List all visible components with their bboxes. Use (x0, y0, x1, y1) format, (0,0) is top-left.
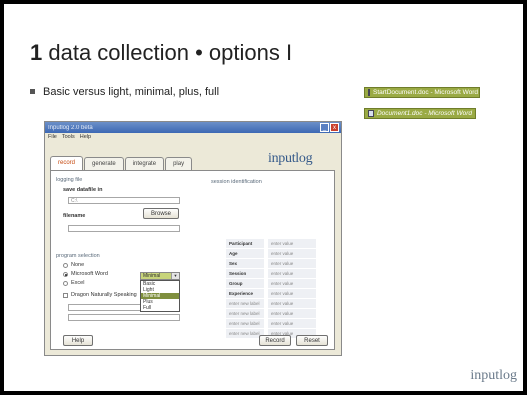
radio-excel[interactable] (63, 281, 68, 286)
menubar: File Tools Help (45, 133, 341, 141)
browse-button[interactable]: Browse (143, 208, 179, 219)
slide: 1 data collection • options I Basic vers… (4, 4, 523, 391)
inputlog-logo: inputlog (268, 151, 313, 166)
session-value[interactable]: enter value (268, 239, 316, 249)
logging-level-dropdown: Basic Light Minimal Plus Full (140, 280, 180, 312)
tab-record[interactable]: record (50, 156, 84, 170)
session-identification-heading: session identification (211, 179, 262, 185)
table-row: enter new label enter value (226, 319, 316, 329)
session-value[interactable]: enter value (268, 279, 316, 289)
save-path-field[interactable]: C:\ (68, 197, 180, 204)
logging-file-heading: logging file (56, 177, 83, 183)
session-key[interactable]: Age (226, 249, 264, 259)
session-key[interactable]: enter new label (226, 309, 264, 319)
session-value[interactable]: enter value (268, 289, 316, 299)
radio-none[interactable] (63, 263, 68, 268)
bullet-square-icon (30, 88, 35, 94)
filename-field[interactable] (68, 225, 180, 232)
close-icon[interactable]: x (330, 123, 339, 132)
help-button[interactable]: Help (63, 335, 93, 346)
footer-logo: inputlog (470, 368, 517, 383)
radio-microsoft-word[interactable] (63, 272, 68, 277)
radio-microsoft-word-label: Microsoft Word (71, 271, 108, 277)
session-value[interactable]: enter value (268, 299, 316, 309)
table-row: Group enter value (226, 279, 316, 289)
session-key[interactable]: enter new label (226, 299, 264, 309)
session-key[interactable]: Sex (226, 259, 264, 269)
record-panel: logging file save datafile in C:\ filena… (50, 170, 335, 350)
slide-title: 1 data collection • options I (30, 40, 293, 65)
word-doc-icon (368, 110, 374, 117)
save-label: save datafile in (63, 187, 103, 193)
session-key[interactable]: Session (226, 269, 264, 279)
window-titlebar: Inputlog 2.0 beta _ x (45, 122, 341, 133)
table-row: Sex enter value (226, 259, 316, 269)
taskbar-button-startdocument[interactable]: StartDocument.doc - Microsoft Word (364, 87, 480, 98)
session-table: Participant enter value Age enter value Se… (226, 239, 316, 339)
inputlog-window: Inputlog 2.0 beta _ x File Tools Help re… (44, 121, 342, 356)
session-key[interactable]: Group (226, 279, 264, 289)
session-value[interactable]: enter value (268, 319, 316, 329)
word-doc-icon (368, 89, 370, 96)
program-selection-heading: program selection (56, 253, 100, 259)
session-value[interactable]: enter value (268, 249, 316, 259)
window-title: Inputlog 2.0 beta (48, 124, 93, 131)
table-row: Age enter value (226, 249, 316, 259)
table-row: Experience enter value (226, 289, 316, 299)
menu-file[interactable]: File (48, 134, 57, 140)
table-row: enter new label enter value (226, 309, 316, 319)
logging-level-select[interactable]: Minimal ▼ (140, 272, 180, 280)
minimize-icon[interactable]: _ (320, 123, 329, 132)
menu-help[interactable]: Help (80, 134, 91, 140)
table-row: Session enter value (226, 269, 316, 279)
dropdown-option-full[interactable]: Full (141, 305, 179, 311)
session-value[interactable]: enter value (268, 269, 316, 279)
table-row: Participant enter value (226, 239, 316, 249)
tab-bar: record generate integrate play (50, 156, 193, 170)
tab-generate[interactable]: generate (84, 157, 124, 170)
taskbar-button-document1[interactable]: Document1.doc - Microsoft Word (364, 108, 476, 119)
tab-integrate[interactable]: integrate (124, 157, 165, 170)
radio-none-label: None (71, 262, 85, 268)
dragon-label: Dragon Naturally Speaking (71, 292, 137, 298)
reset-button[interactable]: Reset (296, 335, 328, 346)
radio-excel-label: Excel (71, 280, 85, 286)
session-key[interactable]: Participant (226, 239, 264, 249)
chevron-down-icon: ▼ (171, 273, 179, 279)
dragon-option-field[interactable] (68, 314, 180, 321)
filename-label: filename (63, 213, 86, 219)
menu-tools[interactable]: Tools (62, 134, 75, 140)
dragon-checkbox[interactable] (63, 293, 68, 298)
session-key[interactable]: enter new label (226, 319, 264, 329)
table-row: enter new label enter value (226, 299, 316, 309)
session-value[interactable]: enter value (268, 259, 316, 269)
session-key[interactable]: Experience (226, 289, 264, 299)
session-value[interactable]: enter value (268, 309, 316, 319)
bullet-item: Basic versus light, minimal, plus, full (30, 86, 219, 98)
record-button[interactable]: Record (259, 335, 291, 346)
tab-play[interactable]: play (165, 157, 193, 170)
